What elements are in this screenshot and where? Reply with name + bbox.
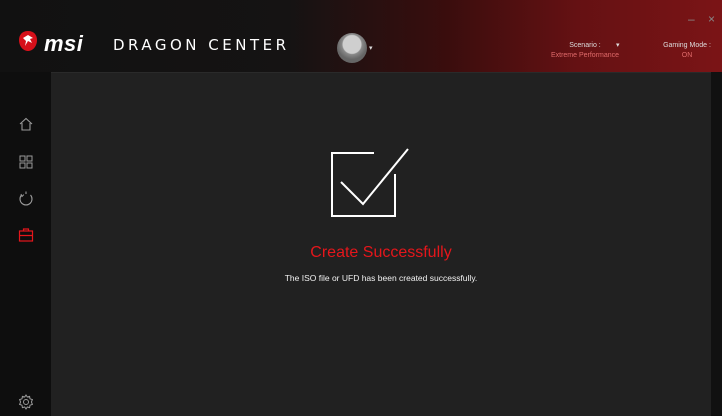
- scenario-dropdown-icon[interactable]: ▾: [616, 41, 620, 49]
- eco-refresh-icon[interactable]: [18, 190, 34, 206]
- scenario-label: Scenario :: [569, 42, 601, 49]
- close-button[interactable]: ×: [708, 12, 715, 26]
- settings-gear-icon[interactable]: [18, 394, 34, 410]
- scenario-value: Extreme Performance: [550, 52, 620, 59]
- main-panel: Create Successfully The ISO file or UFD …: [51, 72, 711, 416]
- user-avatar[interactable]: [337, 33, 367, 63]
- home-icon[interactable]: [18, 116, 34, 132]
- gaming-mode-toggle[interactable]: Gaming Mode : ON: [662, 41, 712, 61]
- toolbox-icon[interactable]: [18, 227, 34, 243]
- gaming-mode-label: Gaming Mode :: [663, 42, 711, 49]
- gaming-mode-value: ON: [681, 52, 693, 59]
- checkbox-check-icon: [331, 148, 409, 217]
- scrollbar[interactable]: [711, 72, 722, 415]
- msi-brand-logo: msi: [44, 31, 84, 56]
- apps-grid-icon[interactable]: [18, 154, 34, 170]
- status-title: Create Successfully: [310, 244, 452, 261]
- title-bar: – × msi DRAGON CENTER ▾ Scenario : Extre…: [0, 0, 722, 72]
- scenario-selector[interactable]: Scenario : Extreme Performance: [550, 41, 620, 61]
- status-message: The ISO file or UFD has been created suc…: [284, 273, 478, 283]
- product-name: DRAGON CENTER: [113, 36, 290, 54]
- sidebar: [0, 72, 51, 415]
- minimize-button[interactable]: –: [688, 12, 695, 26]
- msi-dragon-logo-icon: [19, 31, 37, 51]
- avatar-dropdown-icon[interactable]: ▾: [369, 44, 373, 52]
